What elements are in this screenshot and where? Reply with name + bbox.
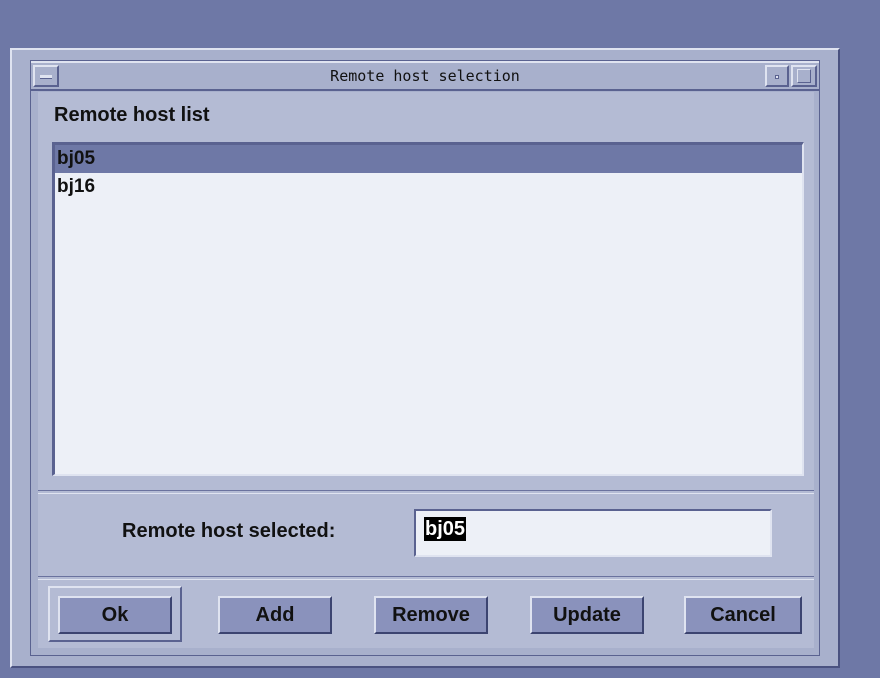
host-list-label: Remote host list	[54, 104, 210, 126]
title-bar[interactable]: Remote host selection	[31, 61, 819, 91]
add-button[interactable]: Add	[218, 596, 332, 634]
window-title: Remote host selection	[330, 67, 520, 85]
list-item-bj16[interactable]: bj16	[55, 173, 802, 201]
update-button[interactable]: Update	[530, 596, 644, 634]
host-selected-value: bj05	[424, 517, 467, 541]
window-menu-icon	[40, 75, 52, 79]
host-selected-label: Remote host selected:	[122, 520, 336, 542]
maximize-icon	[797, 69, 811, 83]
remove-button[interactable]: Remove	[374, 596, 488, 634]
remote-host-dialog: Remote host selection Remote host list b…	[10, 48, 840, 668]
list-item-bj05[interactable]: bj05	[55, 145, 802, 173]
cancel-button[interactable]: Cancel	[684, 596, 802, 634]
divider	[38, 576, 814, 580]
ok-button[interactable]: Ok	[58, 596, 172, 634]
window-menu-button[interactable]	[33, 65, 59, 87]
maximize-button[interactable]	[791, 65, 817, 87]
divider	[38, 490, 814, 494]
minimize-button[interactable]	[765, 65, 789, 87]
minimize-icon	[775, 75, 779, 79]
dialog-content: Remote host list bj05 bj16 Remote host s…	[38, 92, 814, 648]
host-selected-field[interactable]: bj05	[414, 509, 772, 557]
host-listbox[interactable]: bj05 bj16	[52, 142, 804, 476]
